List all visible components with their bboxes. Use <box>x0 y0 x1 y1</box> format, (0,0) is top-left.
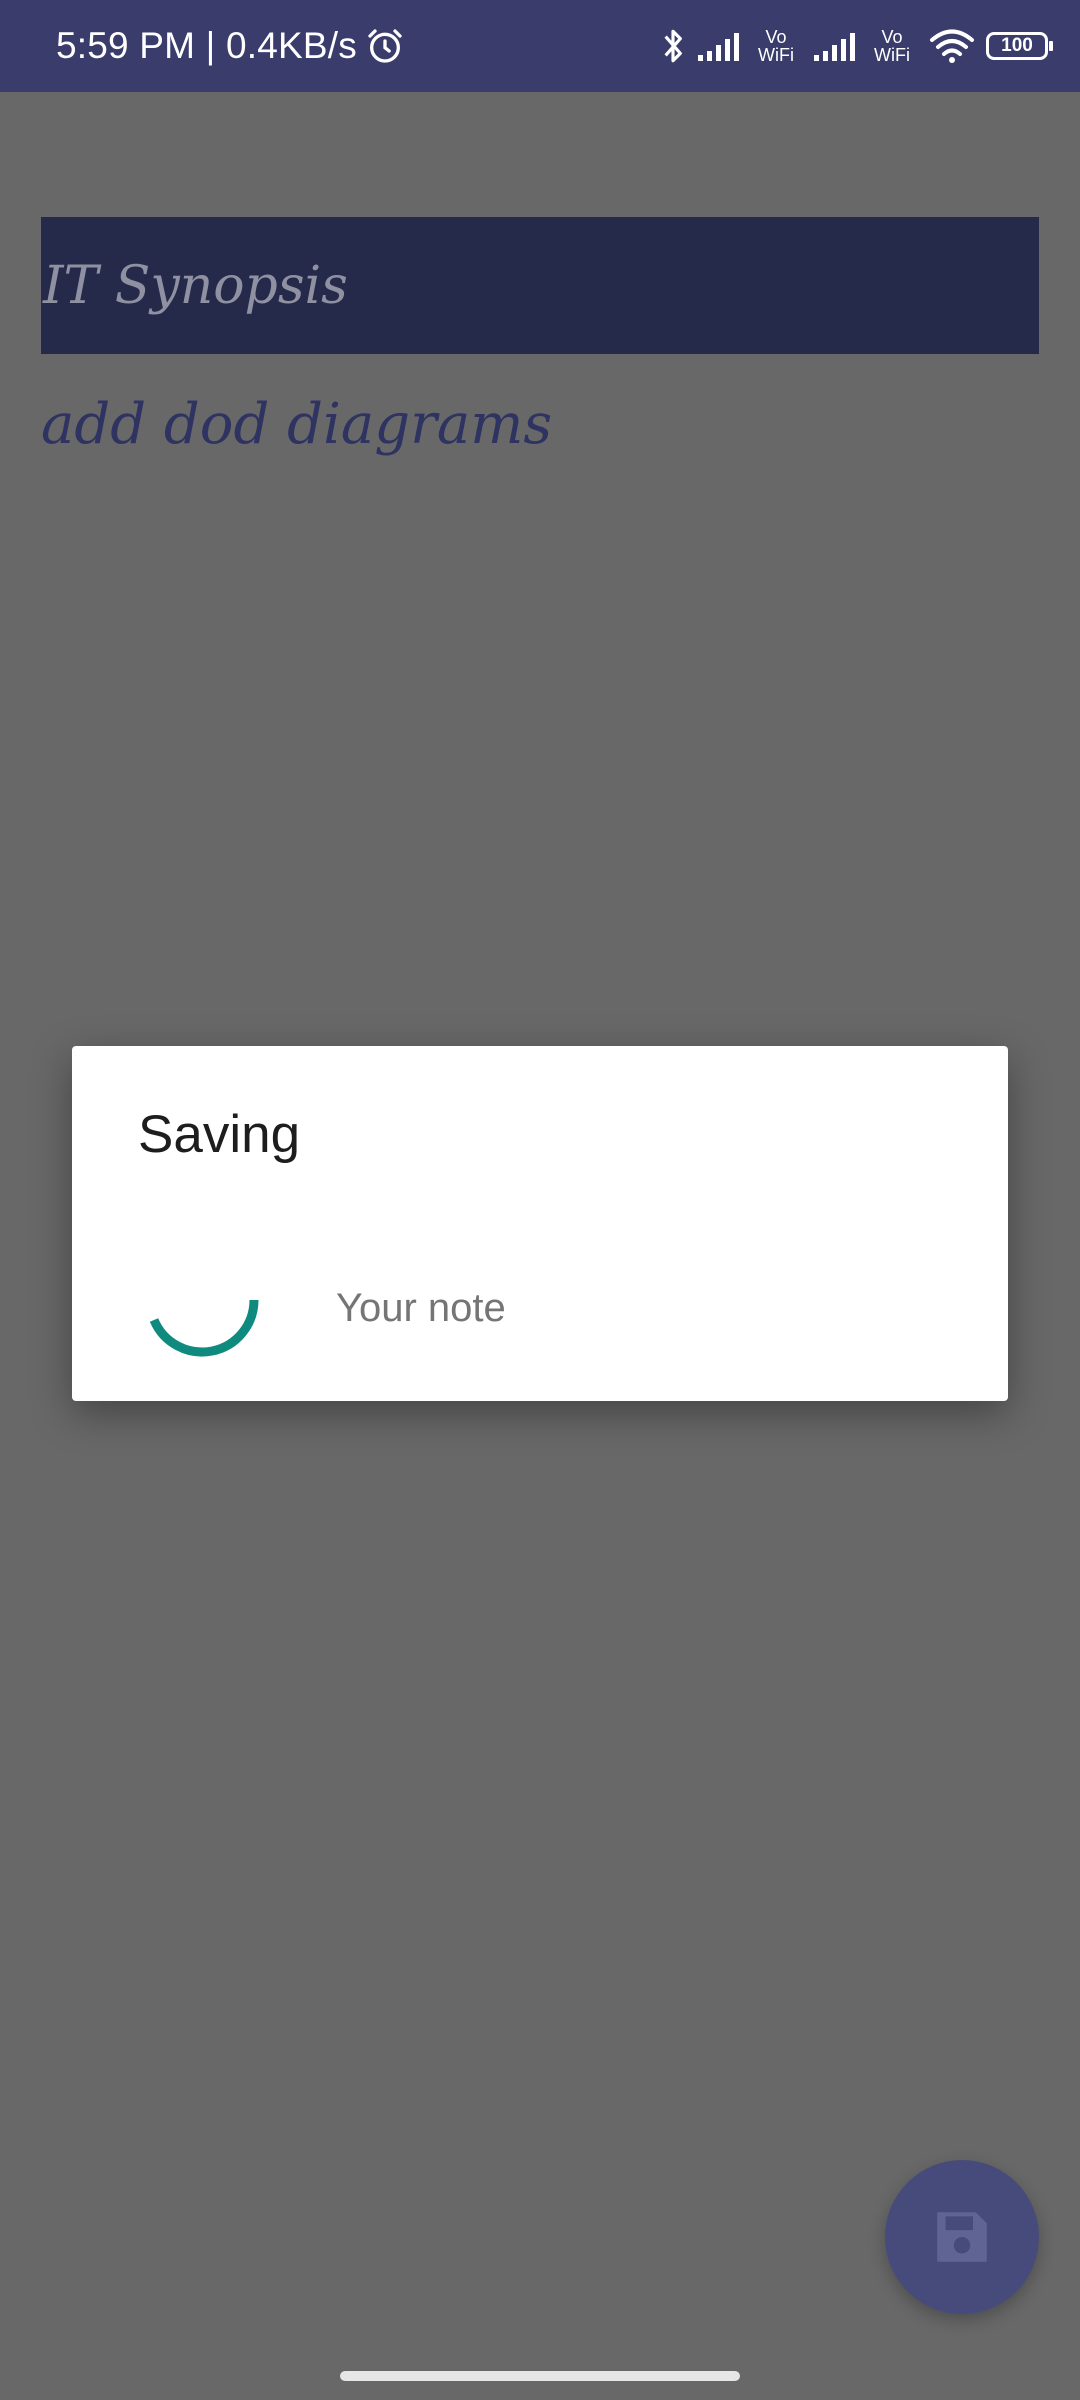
note-body-field[interactable]: add dod diagrams <box>41 392 552 457</box>
status-right: Vo WiFi Vo WiFi 100 <box>660 0 1053 92</box>
dialog-message: Your note <box>336 1286 506 1330</box>
vowifi-icon: Vo WiFi <box>758 27 795 65</box>
save-button[interactable] <box>885 2160 1039 2314</box>
saving-dialog: Saving Your note <box>72 1046 1008 1401</box>
gesture-navigation-bar[interactable] <box>340 2371 740 2381</box>
note-title: IT Synopsis <box>43 255 348 316</box>
wifi-icon <box>930 29 974 63</box>
bluetooth-icon <box>664 29 682 63</box>
alarm-icon <box>368 29 402 63</box>
vowifi-icon: Vo WiFi <box>874 27 910 65</box>
status-time-speed: 5:59 PM | 0.4KB/s <box>56 25 357 66</box>
battery-icon: 100 <box>986 32 1053 60</box>
dialog-title: Saving <box>138 1105 301 1164</box>
signal-icon <box>698 33 740 61</box>
status-bar: 5:59 PM | 0.4KB/s Vo WiFi Vo WiFi 100 <box>0 0 1080 92</box>
note-body-text: add dod diagrams <box>41 392 553 457</box>
save-icon <box>937 2212 987 2262</box>
progress-spinner-icon <box>149 1299 259 1357</box>
signal-icon <box>814 33 856 61</box>
status-left: 5:59 PM | 0.4KB/s <box>56 0 405 92</box>
note-title-field[interactable]: IT Synopsis <box>41 217 1039 354</box>
